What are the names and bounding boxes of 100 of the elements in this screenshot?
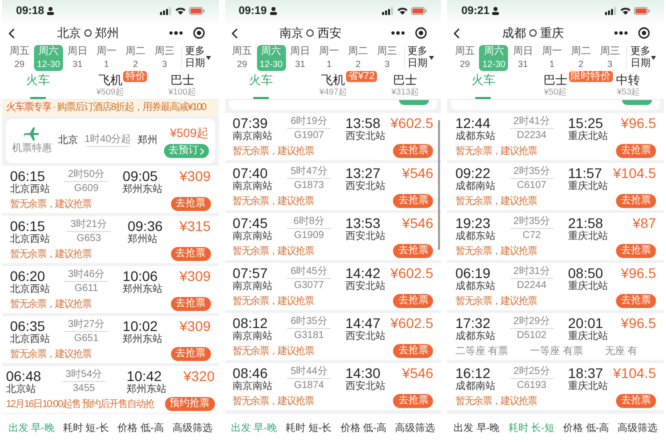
close-icon[interactable] xyxy=(192,27,205,39)
sort-option[interactable]: 耗时 短-长 xyxy=(60,420,112,436)
availability-note: 暂无余票，建议抢票 xyxy=(455,294,536,308)
sort-option[interactable]: 价格 低-高 xyxy=(560,420,612,436)
train-number: G3077 xyxy=(294,280,324,291)
date-tab[interactable]: 周一 1 xyxy=(92,45,121,71)
date-tab[interactable]: 周一 1 xyxy=(537,45,566,71)
train-card[interactable]: 06:20 北京西站 3时46分 G611 10:06 郑州东站 ¥309 暂无余票，建议抢票 去抢票 xyxy=(2,266,219,313)
train-card[interactable]: 08:12 南京南站 6时35分 G3181 14:47 西安北站 ¥602.5 暂无余票，建议抢票 去抢票 xyxy=(224,313,442,360)
mode-tab[interactable]: 巴士 ¥100起 xyxy=(146,72,219,99)
arrival-time: 14:47 xyxy=(345,316,380,331)
more-dates-button[interactable]: 更多 日期 xyxy=(404,46,434,70)
arrival-time: 10:42 xyxy=(126,369,162,384)
back-icon[interactable] xyxy=(230,28,238,38)
more-icon[interactable] xyxy=(614,31,628,35)
sort-option[interactable]: 高级筛选 xyxy=(392,420,438,436)
battery-icon xyxy=(634,7,650,15)
arrival-station: 西安北站 xyxy=(345,381,386,393)
train-card[interactable]: 06:19 成都东站 2时31分 D2244 08:50 重庆北站 ¥96.5 暂无余票，建议抢票 去抢票 xyxy=(447,263,664,310)
travel-duration: 2时29分 xyxy=(513,316,550,327)
sort-option[interactable]: 价格 低-高 xyxy=(337,420,390,436)
train-card[interactable]: 16:12 成都南站 2时25分 C6193 18:37 重庆北站 ¥104.5 暂无余票，建议抢票 去抢票 xyxy=(447,363,664,410)
train-card[interactable]: 07:45 南京南站 6时8分 G1909 13:53 西安北站 ¥546 暂无余票，建议抢票 去抢票 xyxy=(224,213,442,260)
sort-option[interactable]: 耗时 短-长 xyxy=(282,420,335,436)
departure-time: 09:22 xyxy=(455,166,490,181)
departure-station: 北京西站 xyxy=(10,234,50,246)
sort-option[interactable]: 出发 早-晚 xyxy=(450,420,503,436)
close-icon[interactable] xyxy=(638,27,650,39)
date-tab[interactable]: 周日 31 xyxy=(508,45,538,71)
train-card[interactable]: 07:40 南京南站 5时47分 G1873 13:27 西安北站 ¥546 暂无余票，建议抢票 去抢票 xyxy=(224,163,442,210)
more-dates-button[interactable]: 更多 日期 xyxy=(626,46,656,70)
destination-city[interactable]: 西安 xyxy=(317,24,342,42)
flight-duration: 1时40分起 xyxy=(84,134,132,145)
origin-city[interactable]: 南京 xyxy=(279,24,304,42)
more-icon[interactable] xyxy=(168,31,183,35)
date-tab[interactable]: 周三 3 xyxy=(372,45,402,71)
signal-icon xyxy=(160,7,172,15)
date-tab[interactable]: 周三 3 xyxy=(150,45,179,71)
train-number: 3455 xyxy=(72,383,95,394)
departure-station: 南京南站 xyxy=(232,131,273,143)
departure-station: 成都东站 xyxy=(455,331,496,343)
back-icon[interactable] xyxy=(453,28,460,38)
train-number: G609 xyxy=(74,183,99,194)
train-card[interactable]: 19:23 成都东站 2时35分 C72 21:58 重庆北站 ¥87 暂无余票，建议抢票 去抢票 xyxy=(447,213,664,260)
caret-icon xyxy=(651,56,656,60)
train-card[interactable]: 06:15 北京西站 2时50分 G609 09:05 郑州东站 ¥309 暂无余票，建议抢票 去抢票 xyxy=(2,166,219,213)
train-card[interactable]: 06:15 北京西站 3时21分 G653 09:36 郑州站 ¥315 暂无余票，建议抢票 去抢票 xyxy=(2,216,219,263)
sort-option[interactable]: 价格 低-高 xyxy=(114,420,167,436)
date-tab[interactable]: 周五 29 xyxy=(5,45,34,71)
departure-station: 成都东站 xyxy=(455,281,496,293)
origin-city[interactable]: 成都 xyxy=(502,24,526,42)
arrival-time: 14:42 xyxy=(345,266,380,281)
date-tab[interactable]: 周一 1 xyxy=(314,45,344,71)
availability-note: 暂无余票，建议抢票 xyxy=(10,198,91,212)
arrival-station: 西安北站 xyxy=(345,131,386,143)
departure-time: 12:44 xyxy=(455,116,490,131)
date-tab[interactable]: 周日 31 xyxy=(286,45,315,71)
arrival-station: 西安北站 xyxy=(345,331,386,343)
train-card[interactable]: 17:32 成都东站 2时29分 D5102 20:01 重庆北站 ¥96.5 二等座 有票 一等座 有票 无座 有 xyxy=(447,313,664,360)
train-number: G1909 xyxy=(294,230,324,241)
train-card[interactable]: 06:48 北京站 3时54分 3455 10:42 郑州东站 ¥320 12月16日10:00起售 预约后开售自动抢 预约抢票 xyxy=(2,366,219,413)
close-icon[interactable] xyxy=(415,27,428,39)
sort-option[interactable]: 高级筛选 xyxy=(614,420,661,436)
arrival-station: 重庆北站 xyxy=(568,231,608,243)
date-tab[interactable]: 周二 2 xyxy=(344,45,373,71)
sort-option[interactable]: 高级筛选 xyxy=(169,420,216,436)
back-icon[interactable] xyxy=(8,28,15,38)
train-card[interactable]: 07:57 南京南站 6时45分 G3077 14:42 西安北站 ¥602.5 暂无余票，建议抢票 去抢票 xyxy=(224,263,442,310)
departure-time: 08:46 xyxy=(232,366,268,381)
availability-note: 暂无余票，建议抢票 xyxy=(232,344,314,358)
date-tab[interactable]: 周日 31 xyxy=(63,45,92,71)
date-tab[interactable]: 周三 3 xyxy=(595,45,624,71)
more-dates-button[interactable]: 更多 日期 xyxy=(181,46,211,70)
date-tab[interactable]: 周二 2 xyxy=(121,45,150,71)
destination-city[interactable]: 重庆 xyxy=(540,24,564,42)
flight-card[interactable]: 机票特惠 北京 1时40分起 郑州 ¥509起 去预订 xyxy=(6,119,215,163)
promo-badge: 特价 xyxy=(123,71,148,82)
train-card[interactable]: 07:39 南京南站 6时19分 G1907 13:58 西安北站 ¥602.5 暂无余票，建议抢票 去抢票 xyxy=(224,113,442,160)
train-card[interactable]: 08:46 南京南站 5时44分 G1874 14:30 西安北站 ¥546 暂无余票，建议抢票 去抢票 xyxy=(224,363,442,410)
arrival-time: 21:58 xyxy=(568,216,604,231)
availability-note: 暂无余票，建议抢票 xyxy=(10,348,91,362)
destination-city[interactable]: 郑州 xyxy=(94,24,119,42)
date-tab[interactable]: 周五 29 xyxy=(450,45,480,71)
ticket-price: ¥96.5 xyxy=(620,316,656,331)
date-tab[interactable]: 周五 29 xyxy=(228,45,257,71)
promo-badge: 省¥72 xyxy=(346,71,377,82)
travel-duration: 6时45分 xyxy=(290,266,328,277)
train-card[interactable]: 06:35 北京西站 3时27分 G651 10:02 郑州东站 ¥309 暂无余票，建议抢票 去抢票 xyxy=(2,316,219,363)
train-card[interactable]: 12:44 成都东站 2时41分 D2234 15:25 重庆北站 ¥96.5 暂无余票，建议抢票 去抢票 xyxy=(447,113,664,160)
travel-duration: 3时46分 xyxy=(68,269,105,280)
origin-city[interactable]: 北京 xyxy=(56,24,81,42)
date-tab[interactable]: 周二 2 xyxy=(566,45,596,71)
availability-note: 暂无余票，建议抢票 xyxy=(232,394,314,408)
availability-note: 暂无余票，建议抢票 xyxy=(455,244,536,258)
arrival-station: 郑州东站 xyxy=(122,284,163,296)
more-icon[interactable] xyxy=(391,31,406,35)
arrival-station: 西安北站 xyxy=(345,281,386,293)
train-card[interactable]: 09:22 成都南站 2时35分 C6107 11:57 重庆北站 ¥104.5 暂无余票，建议抢票 去抢票 xyxy=(447,163,664,210)
ticket-price: ¥602.5 xyxy=(390,266,434,281)
departure-time: 06:15 xyxy=(10,219,46,234)
